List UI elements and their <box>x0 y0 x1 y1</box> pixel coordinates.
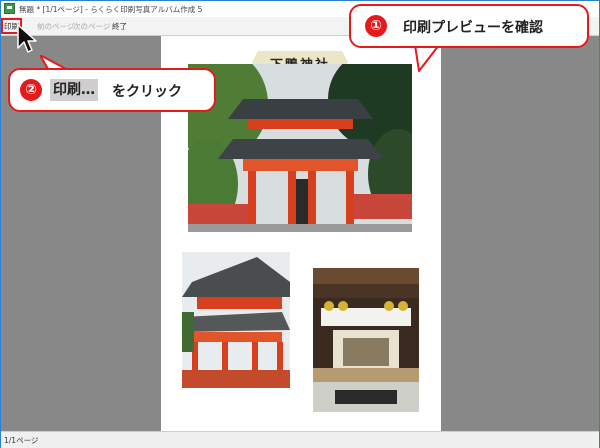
photo-main-gate <box>188 64 412 232</box>
status-bar: 1/1ページ <box>1 431 599 448</box>
step-1-number: ① <box>365 15 387 37</box>
app-icon <box>4 3 15 14</box>
mouse-cursor-icon <box>16 24 38 58</box>
callout-1-tail <box>414 45 440 72</box>
window-title: 無題 * [1/1ページ] - らくらく印刷写真アルバム作成 5 <box>19 5 203 14</box>
exit-button[interactable]: 終了 <box>112 21 127 32</box>
callout-step-1: ① 印刷プレビューを確認 <box>349 4 589 48</box>
step-1-text: 印刷プレビューを確認 <box>403 20 543 36</box>
status-page-text: 1/1ページ <box>4 436 39 445</box>
photo-shrine-interior <box>313 268 419 412</box>
next-page-button[interactable]: 次のページ <box>73 21 110 32</box>
step-2-number: ② <box>20 79 42 101</box>
callout-step-2: ② 印刷… をクリック <box>8 68 216 112</box>
prev-page-button[interactable]: 前のページ <box>37 21 74 32</box>
photo-vermilion-tower <box>182 252 290 388</box>
step-2-text: をクリック <box>112 84 182 100</box>
step-2-button-chip: 印刷… <box>50 79 98 101</box>
